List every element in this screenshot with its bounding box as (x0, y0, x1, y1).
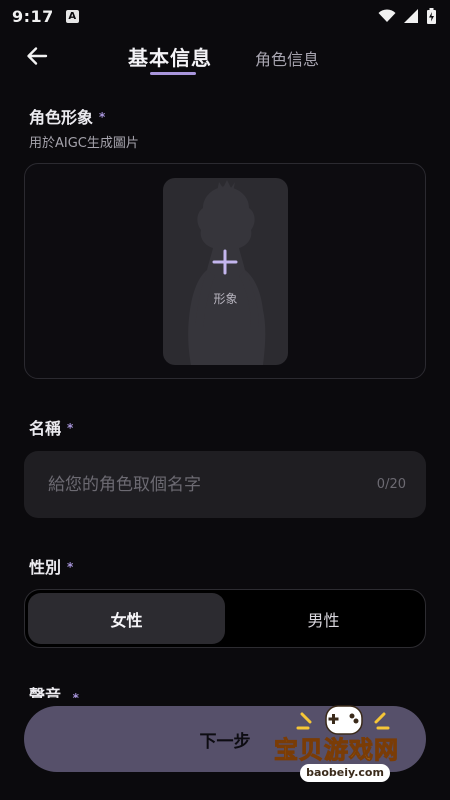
name-input[interactable] (48, 474, 377, 495)
required-mark: * (67, 421, 74, 435)
gender-option-female[interactable]: 女性 (28, 593, 225, 644)
avatar-label-text: 角色形象 (29, 108, 94, 127)
required-mark: * (99, 110, 106, 124)
gender-label-text: 性別 (29, 558, 62, 577)
battery-icon (427, 8, 436, 24)
avatar-section-label: 角色形象 * (29, 104, 105, 128)
back-button[interactable] (24, 44, 52, 68)
avatar-hint: 用於AIGC生成圖片 (29, 136, 139, 151)
name-char-counter: 0/20 (376, 477, 406, 492)
voice-section-label: 聲音 * (29, 682, 79, 705)
site-watermark: 宝贝游戏网 baobeiy.com (272, 700, 422, 792)
name-label-text: 名稱 (29, 419, 62, 438)
watermark-text: 宝贝游戏网 (274, 736, 399, 765)
tab-role-info[interactable]: 角色信息 (255, 46, 319, 70)
status-time: 9:17 (12, 6, 54, 26)
avatar-upload-card[interactable]: 形象 (163, 178, 288, 365)
wifi-icon (378, 9, 396, 22)
gender-toggle: 女性 男性 (24, 589, 426, 648)
tab-basic-info[interactable]: 基本信息 (128, 42, 212, 71)
signal-icon (404, 9, 418, 23)
active-tab-indicator (150, 72, 196, 75)
gender-option-male[interactable]: 男性 (225, 593, 422, 644)
required-mark: * (67, 560, 74, 574)
header: 基本信息 角色信息 (0, 34, 450, 80)
voice-label-text: 聲音 (29, 686, 62, 705)
notification-a-icon: A (65, 9, 79, 23)
watermark-url: baobeiy.com (300, 764, 390, 782)
back-arrow-icon (27, 47, 48, 65)
status-bar: 9:17 A (0, 0, 450, 32)
name-section-label: 名稱 * (29, 415, 73, 439)
gender-section-label: 性別 * (29, 554, 73, 578)
add-plus-icon (212, 249, 238, 275)
avatar-card-label: 形象 (213, 292, 238, 306)
required-mark: * (72, 691, 79, 705)
status-indicators (378, 8, 436, 24)
name-field[interactable]: 0/20 (24, 451, 426, 518)
